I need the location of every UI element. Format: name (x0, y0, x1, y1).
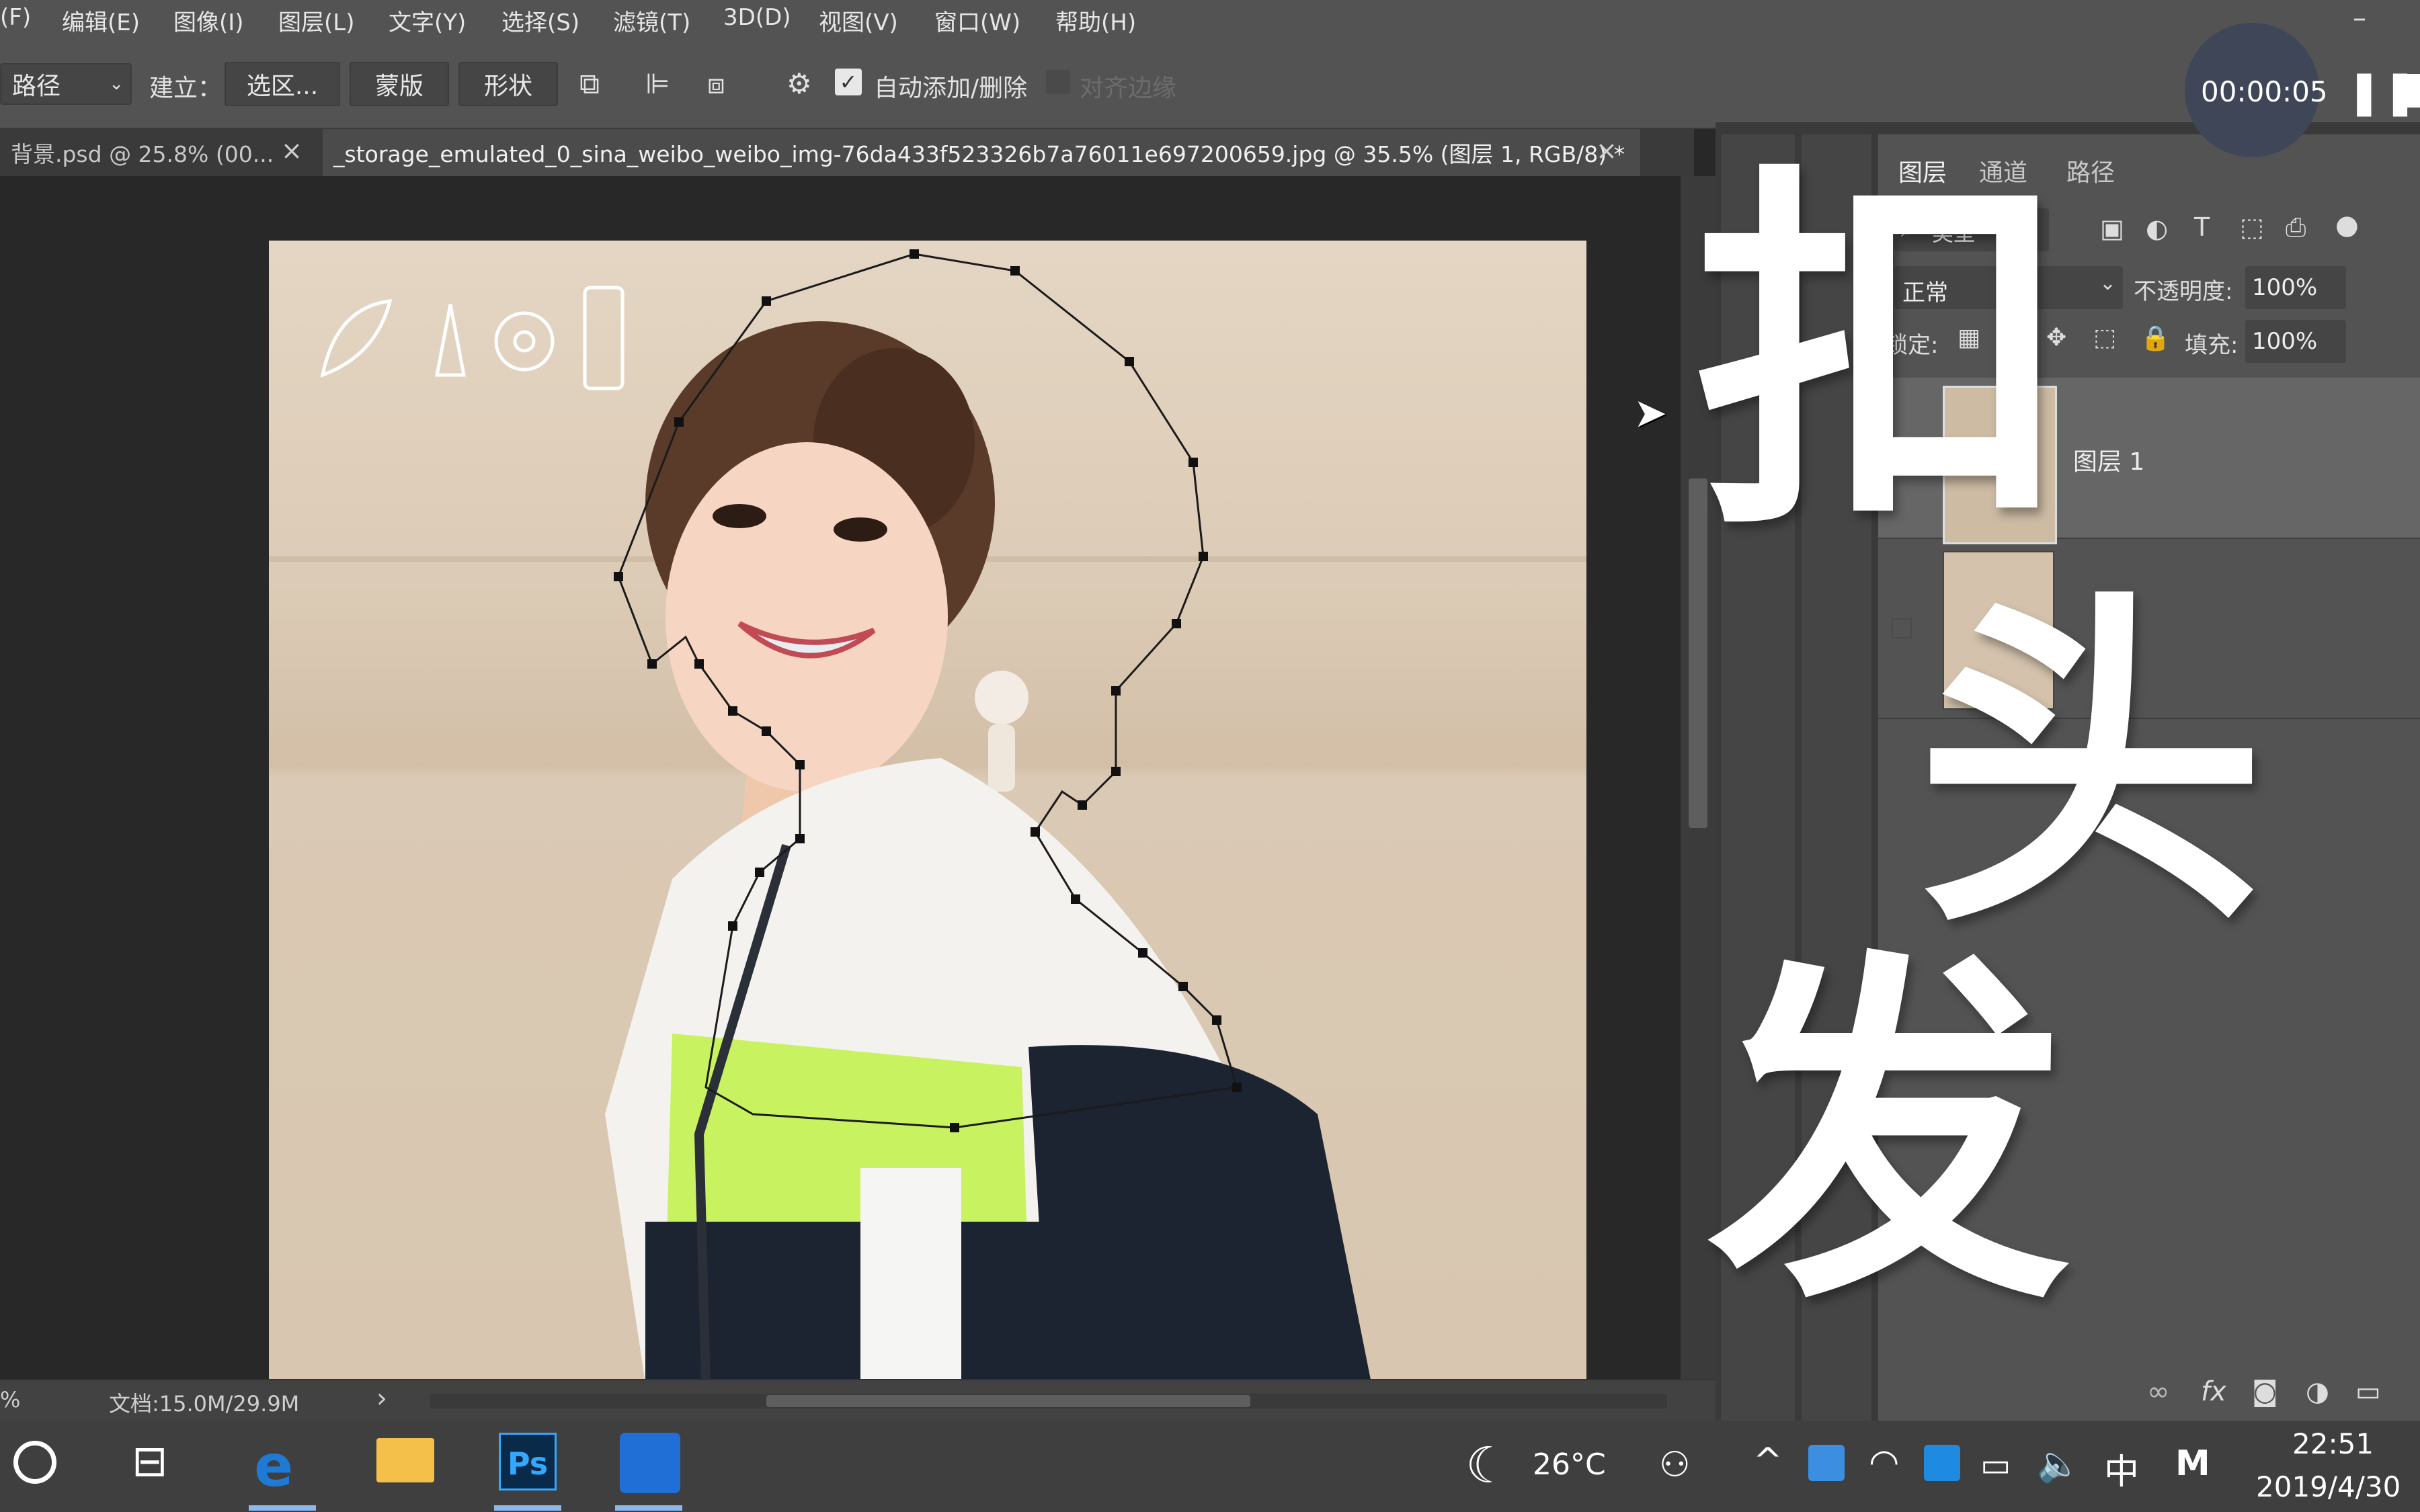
align-edges-label: 对齐边缘 (1080, 75, 1177, 102)
watermark-logos (320, 286, 624, 390)
volume-icon[interactable]: 🔈 (2037, 1443, 2081, 1484)
active-app-indicator (615, 1505, 682, 1511)
minimize-icon[interactable]: – (2353, 3, 2366, 34)
close-icon[interactable]: × (281, 136, 302, 165)
path-arrangement-icon[interactable]: ⧈ (707, 67, 725, 101)
zoom-readout[interactable]: % (0, 1387, 20, 1413)
type-filter-icon[interactable]: T (2194, 212, 2210, 242)
ime-language[interactable]: 中 (2104, 1443, 2139, 1494)
tool-mode-value: 路径 (12, 73, 61, 100)
adjustment-filter-icon[interactable]: ◐ (2146, 214, 2168, 243)
menu-3d[interactable]: 3D(D) (723, 4, 791, 31)
portrait-photo (269, 249, 1586, 1383)
fill-value: 100% (2252, 328, 2318, 355)
auto-add-label: 自动添加/删除 (874, 75, 1028, 102)
menu-view[interactable]: 视图(V) (819, 4, 898, 37)
tab-document-2[interactable]: _storage_emulated_0_sina_weibo_weibo_img… (323, 129, 1640, 176)
horizontal-scrollbar[interactable] (430, 1394, 1667, 1409)
active-app-indicator (494, 1505, 561, 1511)
chevron-down-icon: ⌄ (109, 74, 124, 94)
path-operations-icon[interactable]: ⧉ (579, 67, 600, 101)
menu-file[interactable]: (F) (0, 4, 31, 31)
chevron-up-icon[interactable]: ^ (1753, 1441, 1783, 1481)
menu-image[interactable]: 图像(I) (173, 4, 244, 37)
visibility-toggle[interactable] (1892, 618, 1912, 638)
photoshop-icon[interactable]: Ps (499, 1433, 557, 1490)
align-edges-checkbox[interactable] (1046, 70, 1070, 94)
status-menu-arrow[interactable]: › (376, 1383, 387, 1414)
filter-toggle-icon[interactable]: ● (2335, 210, 2359, 241)
path-alignment-icon[interactable]: ⊫ (645, 67, 670, 100)
mouse-cursor-icon: ➤ (1634, 390, 1668, 437)
edge-browser-icon[interactable]: e (254, 1433, 293, 1500)
menu-type[interactable]: 文字(Y) (389, 4, 466, 37)
moon-weather-icon[interactable]: ☾ (1465, 1437, 1510, 1495)
tab-document-1[interactable]: 背景.psd @ 25.8% (00... (0, 129, 316, 176)
clock-time[interactable]: 22:51 (2292, 1427, 2374, 1460)
canvas-image[interactable] (269, 241, 1586, 1383)
opacity-input[interactable]: 100% (2245, 266, 2346, 309)
file-explorer-icon[interactable] (376, 1438, 434, 1482)
make-label: 建立： (149, 75, 223, 102)
scrollbar-thumb[interactable] (766, 1395, 1250, 1407)
chevron-down-icon: ⌄ (2099, 271, 2116, 295)
clock-date[interactable]: 2019/4/30 (2256, 1470, 2401, 1503)
tab-label: 背景.psd @ 25.8% (00... (11, 141, 274, 167)
title-char-1: 扣 (1694, 137, 2070, 575)
task-view-icon[interactable]: ⊟ (132, 1437, 168, 1486)
shape-button[interactable]: 形状 (458, 62, 558, 106)
title-char-2: 头 (1916, 562, 2265, 970)
gear-icon[interactable]: ⚙ (787, 67, 812, 100)
menu-bar: (F) 编辑(E) 图像(I) 图层(L) 文字(Y) 选择(S) 滤镜(T) … (0, 0, 2420, 42)
document-tabs: 背景.psd @ 25.8% (00... × _storage_emulate… (0, 129, 1694, 176)
fx-icon[interactable]: fx (2201, 1376, 2226, 1407)
title-char-3: 发 (1707, 925, 2070, 1347)
recording-time: 00:00:05 (2201, 75, 2328, 108)
adjustment-layer-icon[interactable]: ◑ (2306, 1376, 2329, 1407)
auto-add-checkbox[interactable]: ✓ (835, 69, 862, 95)
tab-label: _storage_emulated_0_sina_weibo_weibo_img… (333, 141, 1625, 167)
tab-paths[interactable]: 路径 (2066, 153, 2115, 188)
people-icon[interactable]: ⚇ (1659, 1445, 1691, 1485)
status-bar: % 文档:15.0M/29.9M › (0, 1379, 1716, 1421)
document-size: 文档:15.0M/29.9M (109, 1391, 300, 1417)
tray-sync-icon[interactable] (1924, 1445, 1960, 1481)
fill-input[interactable]: 100% (2245, 320, 2346, 363)
menu-layer[interactable]: 图层(L) (278, 4, 354, 37)
weather-temperature[interactable]: 26°C (1533, 1447, 1606, 1482)
active-app-indicator (249, 1505, 316, 1511)
menu-filter[interactable]: 滤镜(T) (613, 4, 690, 37)
smart-object-filter-icon[interactable]: ⎙ (2286, 212, 2306, 243)
tray-app-icon[interactable] (1808, 1445, 1845, 1481)
menu-help[interactable]: 帮助(H) (1055, 4, 1136, 37)
battery-icon[interactable]: ▭ (1980, 1446, 2011, 1484)
ime-mode[interactable]: M (2175, 1443, 2210, 1484)
opacity-label: 不透明度: (2134, 278, 2233, 305)
layer-mask-icon[interactable]: ◙ (2252, 1376, 2278, 1407)
menu-edit[interactable]: 编辑(E) (62, 4, 140, 37)
selection-button[interactable]: 选区... (225, 62, 340, 106)
pixel-filter-icon[interactable]: ▣ (2100, 214, 2124, 243)
lock-artboard-icon[interactable]: ⬚ (2093, 324, 2116, 351)
stop-icon[interactable] (2405, 74, 2420, 108)
cortana-icon[interactable] (13, 1441, 56, 1484)
fill-label: 填充: (2185, 332, 2238, 359)
menu-window[interactable]: 窗口(W) (934, 4, 1020, 37)
new-group-icon[interactable]: ▭ (2355, 1376, 2381, 1407)
windows-taskbar: ⊟ e Ps ☾ 26°C ⚇ ^ ◠ ▭ 🔈 中 M 22:51 2019/4… (0, 1421, 2420, 1512)
close-icon[interactable]: × (1596, 136, 1617, 165)
menu-select[interactable]: 选择(S) (501, 4, 579, 37)
shape-filter-icon[interactable]: ⬚ (2240, 212, 2264, 242)
link-layers-icon[interactable]: ∞ (2147, 1376, 2169, 1407)
mask-button[interactable]: 蒙版 (350, 62, 449, 106)
opacity-value: 100% (2252, 274, 2318, 301)
recording-timer-badge: 00:00:05 (2185, 23, 2328, 157)
screen-recorder-icon[interactable] (620, 1433, 680, 1493)
wifi-icon[interactable]: ◠ (1869, 1442, 1899, 1482)
layer-name[interactable]: 图层 1 (2073, 442, 2144, 477)
options-bar: 路径 ⌄ 建立： 选区... 蒙版 形状 ⧉ ⊫ ⧈ ⚙ ✓ 自动添加/删除 对… (0, 42, 2420, 129)
tool-mode-select[interactable]: 路径 ⌄ (0, 63, 132, 105)
lock-all-icon[interactable]: 🔒 (2140, 324, 2171, 352)
